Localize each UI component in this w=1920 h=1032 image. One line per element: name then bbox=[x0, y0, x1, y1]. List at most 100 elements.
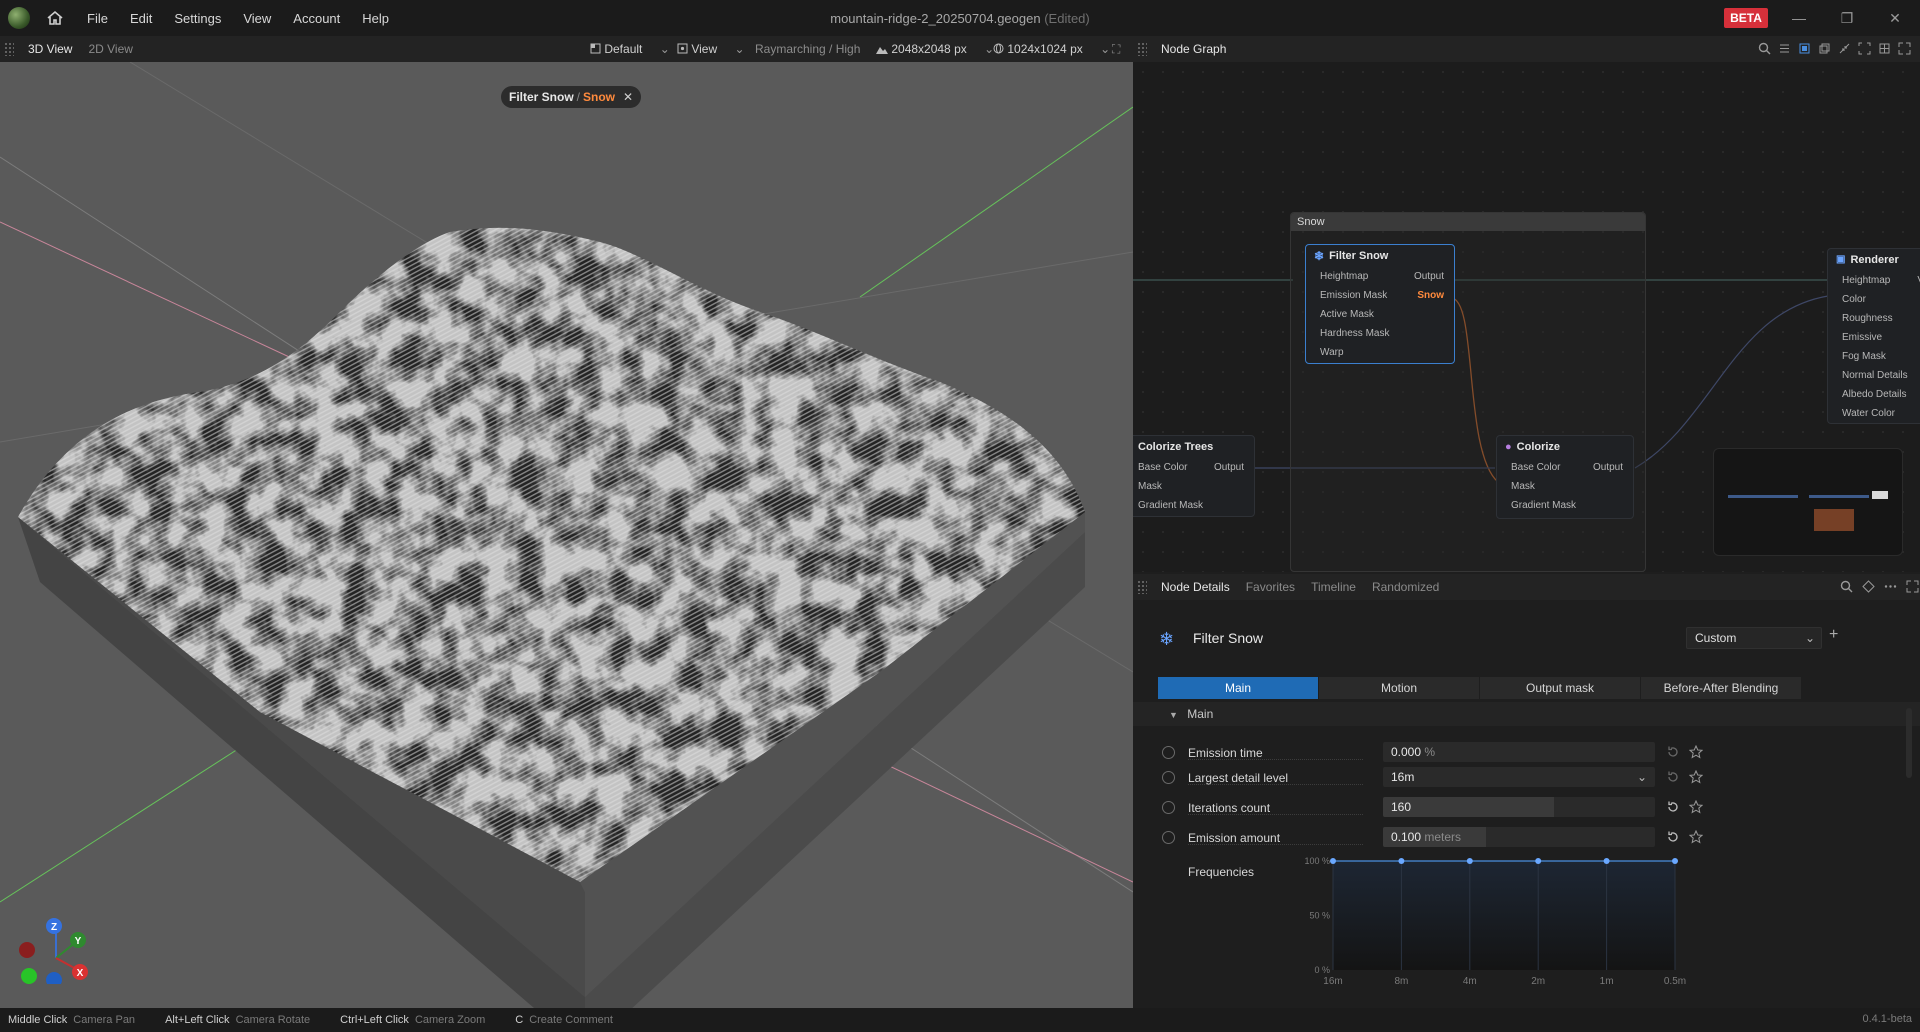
group-header[interactable]: Snow bbox=[1291, 213, 1645, 231]
fit-view-icon[interactable] bbox=[1858, 42, 1871, 55]
axis-gizmo[interactable]: Z Y X bbox=[12, 914, 92, 984]
port-albedo-details[interactable]: Albedo Details bbox=[1828, 385, 1920, 404]
tab-motion[interactable]: Motion bbox=[1319, 677, 1479, 699]
beta-badge[interactable]: BETA bbox=[1724, 8, 1768, 28]
tab-timeline[interactable]: Timeline bbox=[1303, 574, 1364, 600]
output-resolution-dropdown[interactable]: 1024x1024 px ⌄ bbox=[993, 36, 1110, 62]
node-header[interactable]: ▣ Renderer bbox=[1828, 249, 1920, 271]
port-roughness[interactable]: Roughness bbox=[1828, 309, 1920, 328]
port-output[interactable]: Output bbox=[1214, 458, 1244, 477]
port-normal-details[interactable]: Normal Details bbox=[1828, 366, 1920, 385]
resolution-dropdown[interactable]: 2048x2048 px ⌄ bbox=[876, 36, 994, 62]
port-base-color[interactable]: Base Color Output bbox=[1133, 458, 1254, 477]
menu-help[interactable]: Help bbox=[351, 11, 400, 26]
tab-node-graph[interactable]: Node Graph bbox=[1153, 36, 1234, 62]
drag-handle-icon[interactable] bbox=[4, 42, 14, 56]
largest-detail-level-select[interactable]: 16m ⌄ bbox=[1383, 767, 1655, 787]
section-main-header[interactable]: ▼ Main bbox=[1133, 702, 1920, 726]
emission-time-input[interactable]: 0.000 % bbox=[1383, 742, 1655, 762]
curve-point[interactable] bbox=[1466, 858, 1473, 864]
minimap[interactable] bbox=[1713, 448, 1903, 556]
axis-neg-z-dot[interactable] bbox=[46, 972, 62, 984]
add-preset-button[interactable]: + bbox=[1829, 626, 1838, 644]
port-heightmap[interactable]: Heightmap Output bbox=[1306, 267, 1454, 286]
close-icon[interactable]: ✕ bbox=[1886, 9, 1904, 27]
port-mask[interactable]: Mask bbox=[1133, 477, 1254, 496]
port-mask[interactable]: Mask bbox=[1497, 477, 1633, 496]
frame-icon[interactable] bbox=[1798, 42, 1811, 55]
port-hardness-mask[interactable]: Hardness Mask bbox=[1306, 324, 1454, 343]
close-icon[interactable]: ✕ bbox=[623, 90, 633, 104]
node-header[interactable]: ❄ Filter Snow bbox=[1306, 245, 1454, 267]
grid-icon[interactable] bbox=[1878, 42, 1891, 55]
layers-icon[interactable] bbox=[1818, 42, 1831, 55]
favorite-star-icon[interactable] bbox=[1689, 745, 1703, 759]
reset-icon[interactable] bbox=[1666, 800, 1680, 814]
scrollbar-thumb[interactable] bbox=[1906, 708, 1912, 778]
menu-file[interactable]: File bbox=[76, 11, 119, 26]
breadcrumb-parent[interactable]: Filter Snow bbox=[509, 90, 574, 104]
menu-settings[interactable]: Settings bbox=[163, 11, 232, 26]
drag-handle-icon[interactable] bbox=[1137, 580, 1147, 594]
port-emission-mask[interactable]: Emission Mask Snow bbox=[1306, 286, 1454, 305]
port-gradient-mask[interactable]: Gradient Mask bbox=[1497, 496, 1633, 515]
tab-output-mask[interactable]: Output mask bbox=[1480, 677, 1640, 699]
collapse-icon[interactable] bbox=[1838, 42, 1851, 55]
port-color[interactable]: Color bbox=[1828, 290, 1920, 309]
port-water-color[interactable]: Water Color bbox=[1828, 404, 1920, 423]
curve-point[interactable] bbox=[1398, 858, 1405, 864]
menu-account[interactable]: Account bbox=[282, 11, 351, 26]
minimize-icon[interactable]: — bbox=[1790, 9, 1808, 27]
favorite-star-icon[interactable] bbox=[1689, 830, 1703, 844]
node-graph-canvas[interactable]: Snow ❄ Filter Snow Heightmap Output Emiss… bbox=[1133, 62, 1920, 572]
home-icon[interactable] bbox=[46, 9, 64, 27]
restore-icon[interactable]: ❐ bbox=[1838, 9, 1856, 27]
port-fog-mask[interactable]: Fog Mask bbox=[1828, 347, 1920, 366]
keyframe-radio[interactable] bbox=[1162, 746, 1175, 759]
port-output[interactable]: Output bbox=[1593, 458, 1623, 477]
port-gradient-mask[interactable]: Gradient Mask bbox=[1133, 496, 1254, 515]
reset-icon[interactable] bbox=[1666, 745, 1680, 759]
port-heightmap[interactable]: HeightmapV bbox=[1828, 271, 1920, 290]
fullscreen-icon[interactable]: ⛶ bbox=[1112, 36, 1120, 62]
reset-icon[interactable] bbox=[1666, 770, 1680, 784]
preset-dropdown[interactable]: Default ⌄ bbox=[590, 36, 670, 62]
port-emissive[interactable]: Emissive bbox=[1828, 328, 1920, 347]
view-dropdown[interactable]: View ⌄ bbox=[677, 36, 745, 62]
node-colorize-trees[interactable]: Colorize Trees Base Color Output Mask Gra… bbox=[1133, 435, 1255, 517]
port-warp[interactable]: Warp bbox=[1306, 343, 1454, 362]
keyframe-radio[interactable] bbox=[1162, 801, 1175, 814]
node-filter-snow[interactable]: ❄ Filter Snow Heightmap Output Emission M… bbox=[1305, 244, 1455, 364]
fullscreen-icon[interactable] bbox=[1906, 580, 1919, 593]
iterations-count-slider[interactable]: 160 bbox=[1383, 797, 1655, 817]
more-icon[interactable] bbox=[1884, 580, 1897, 593]
curve-point[interactable] bbox=[1535, 858, 1542, 864]
port-snow[interactable]: Snow bbox=[1417, 286, 1444, 305]
port-output[interactable]: Output bbox=[1414, 267, 1444, 286]
render-mode[interactable]: Raymarching / High bbox=[755, 36, 860, 62]
tab-main[interactable]: Main bbox=[1158, 677, 1318, 699]
terrain-scene[interactable] bbox=[0, 62, 1133, 1008]
keyframe-radio[interactable] bbox=[1162, 831, 1175, 844]
preset-dropdown[interactable]: Custom ⌄ bbox=[1686, 627, 1822, 649]
node-colorize[interactable]: ● Colorize Base Color Output Mask Gradien… bbox=[1496, 435, 1634, 519]
menu-view[interactable]: View bbox=[232, 11, 282, 26]
tab-2d-view[interactable]: 2D View bbox=[80, 36, 140, 62]
axis-neg-x-dot[interactable] bbox=[19, 942, 35, 958]
drag-handle-icon[interactable] bbox=[1137, 42, 1147, 56]
search-icon[interactable] bbox=[1840, 580, 1853, 593]
node-renderer[interactable]: ▣ Renderer HeightmapV Color Roughness Em… bbox=[1827, 248, 1920, 424]
keyframe-radio[interactable] bbox=[1162, 771, 1175, 784]
search-icon[interactable] bbox=[1758, 42, 1771, 55]
breadcrumb-current[interactable]: Snow bbox=[583, 90, 615, 104]
diamond-icon[interactable] bbox=[1862, 580, 1875, 593]
node-header[interactable]: Colorize Trees bbox=[1133, 436, 1254, 458]
tab-favorites[interactable]: Favorites bbox=[1238, 574, 1303, 600]
tab-randomized[interactable]: Randomized bbox=[1364, 574, 1447, 600]
curve-point[interactable] bbox=[1672, 858, 1678, 864]
reset-icon[interactable] bbox=[1666, 830, 1680, 844]
favorite-star-icon[interactable] bbox=[1689, 770, 1703, 784]
list-icon[interactable] bbox=[1778, 42, 1791, 55]
menu-edit[interactable]: Edit bbox=[119, 11, 163, 26]
emission-amount-slider[interactable]: 0.100 meters bbox=[1383, 827, 1655, 847]
